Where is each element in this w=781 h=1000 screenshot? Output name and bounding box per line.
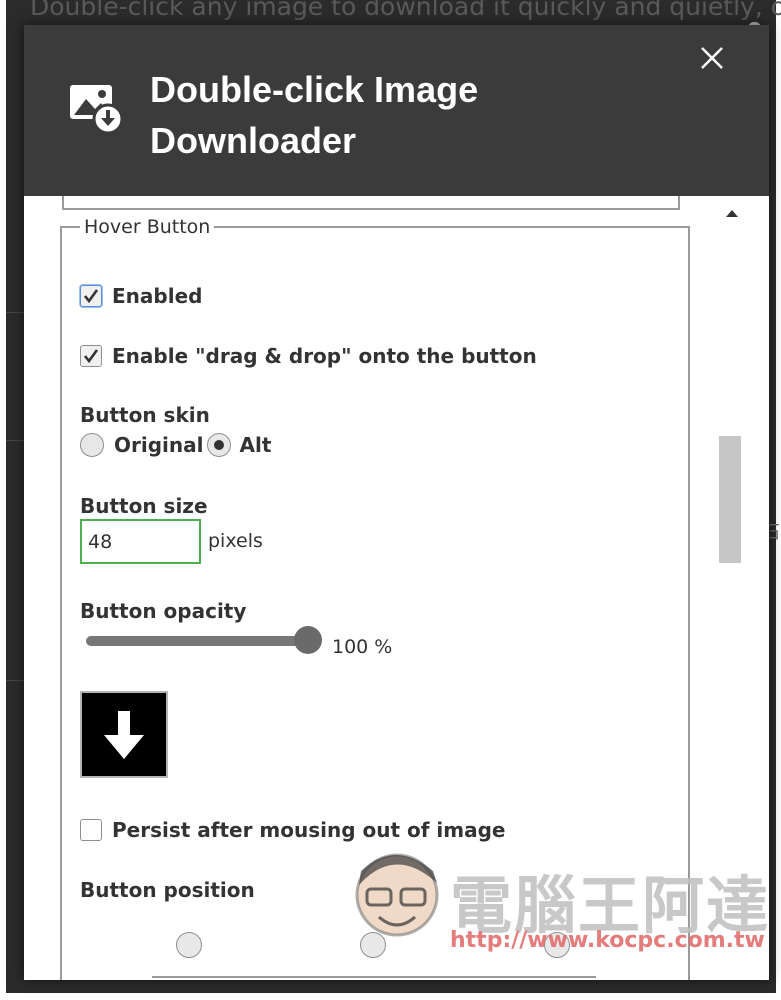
drag-drop-checkbox[interactable] <box>80 345 102 367</box>
skin-original-label: Original <box>114 433 204 457</box>
image-download-icon <box>70 85 124 135</box>
dialog-header: Double-click Image Downloader <box>24 25 769 196</box>
opacity-slider-thumb[interactable] <box>294 626 322 654</box>
skin-heading: Button skin <box>80 403 210 427</box>
size-unit-label: pixels <box>208 530 263 552</box>
radio-selected-dot <box>214 440 225 450</box>
watermark-url: http://www.kocpc.com.tw <box>450 928 765 953</box>
skin-heading-row: Button skin <box>80 403 210 427</box>
skin-alt-radio[interactable] <box>207 433 232 457</box>
skin-radio-group: Original Alt <box>80 433 271 457</box>
position-grid-line <box>152 976 596 978</box>
background-divider <box>6 440 24 441</box>
enabled-option[interactable]: Enabled <box>80 284 202 308</box>
checkmark-icon <box>83 289 99 304</box>
enabled-label: Enabled <box>112 284 203 308</box>
checkmark-icon <box>83 349 99 364</box>
background-description: Double-click any image to download it qu… <box>30 0 781 21</box>
enabled-checkbox[interactable] <box>80 285 102 307</box>
persist-checkbox[interactable] <box>80 819 102 841</box>
position-radio-left[interactable] <box>176 932 202 958</box>
opacity-value: 100 % <box>332 636 393 658</box>
size-heading: Button size <box>80 494 208 518</box>
scroll-up-arrow-icon[interactable] <box>726 210 738 217</box>
opacity-heading-row: Button opacity <box>80 599 246 623</box>
size-input[interactable] <box>80 519 201 564</box>
fieldset-legend: Hover Button <box>80 216 215 238</box>
persist-option[interactable]: Persist after mousing out of image <box>80 818 506 842</box>
mascot-watermark-icon <box>355 853 439 937</box>
previous-fieldset <box>62 196 680 210</box>
opacity-heading: Button opacity <box>80 599 247 623</box>
drag-drop-option[interactable]: Enable "drag & drop" onto the button <box>80 344 537 368</box>
settings-dialog: Double-click Image Downloader Hover Butt… <box>24 25 769 980</box>
background-divider <box>6 680 24 681</box>
opacity-slider-track[interactable] <box>86 636 312 646</box>
size-heading-row: Button size <box>80 494 208 518</box>
skin-original-radio[interactable] <box>80 433 104 457</box>
background-divider <box>6 312 24 313</box>
drag-drop-label: Enable "drag & drop" onto the button <box>112 344 537 368</box>
position-heading: Button position <box>80 878 255 902</box>
dialog-title: Double-click Image Downloader <box>150 69 479 161</box>
persist-label: Persist after mousing out of image <box>112 818 506 842</box>
close-icon[interactable] <box>696 42 728 74</box>
skin-alt-label: Alt <box>239 433 272 457</box>
position-heading-row: Button position <box>80 878 255 902</box>
arrow-down-icon <box>104 710 144 759</box>
button-preview <box>80 691 168 778</box>
scroll-thumb[interactable] <box>719 436 741 563</box>
